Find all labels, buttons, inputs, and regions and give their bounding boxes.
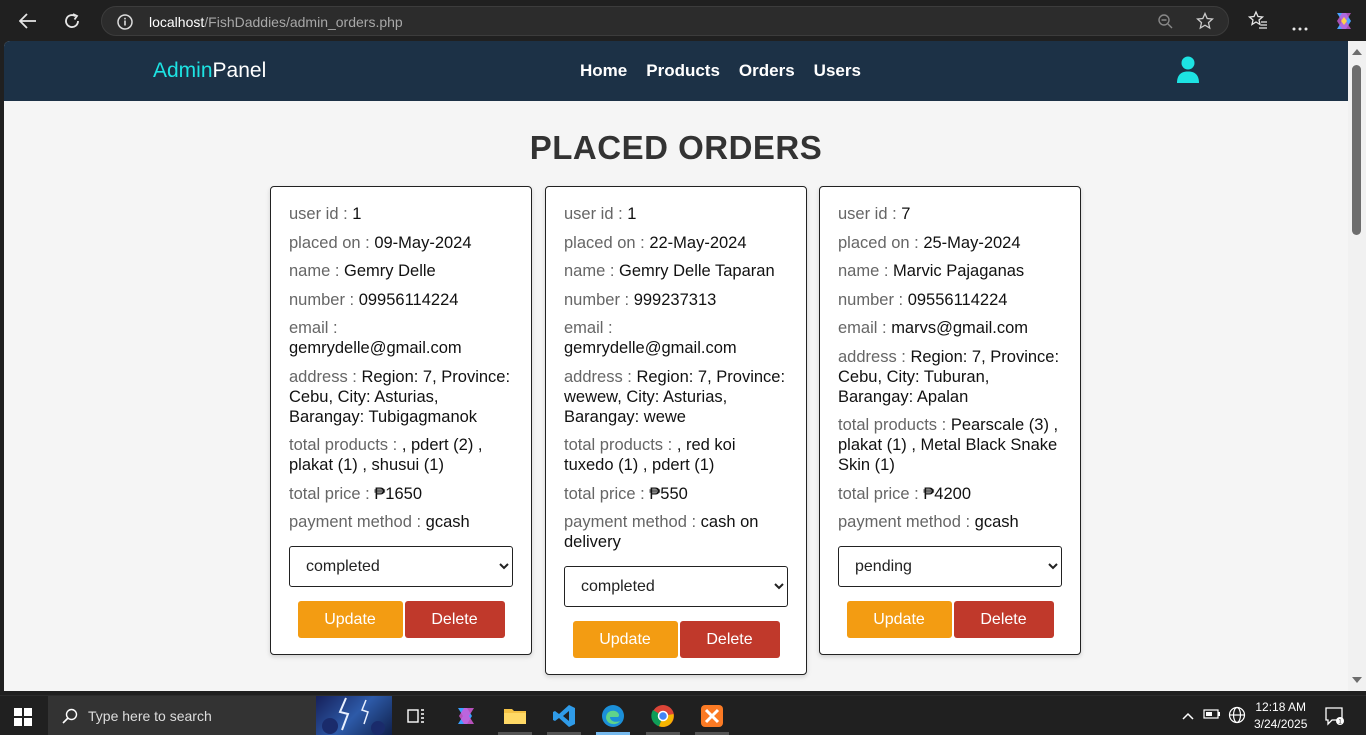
- order-status-select[interactable]: pending: [838, 546, 1062, 587]
- order-payment-method: payment method : gcash: [289, 513, 470, 531]
- user-icon[interactable]: [1176, 56, 1200, 84]
- order-status-select[interactable]: completed: [289, 546, 513, 587]
- order-card: user id : 1 placed on : 22-May-2024 name…: [545, 186, 807, 675]
- order-name: name : Gemry Delle: [289, 262, 436, 280]
- order-user-id: user id : 1: [289, 205, 362, 223]
- more-menu-icon[interactable]: [1292, 18, 1308, 36]
- browser-toolbar: localhost/FishDaddies/admin_orders.php: [0, 0, 1366, 41]
- refresh-icon[interactable]: [58, 8, 86, 34]
- search-placeholder: Type here to search: [88, 708, 212, 724]
- favorites-list-icon[interactable]: [1247, 10, 1268, 35]
- order-placed-on: placed on : 22-May-2024: [564, 233, 747, 252]
- task-view-icon[interactable]: [404, 704, 428, 728]
- order-payment-method: payment method : gcash: [838, 513, 1019, 531]
- taskbar-search-box[interactable]: Type here to search: [48, 696, 392, 735]
- order-total-products: total products : Pearscale (3) , plakat …: [838, 416, 1059, 474]
- order-total-price: total price : ₱4200: [838, 484, 972, 503]
- nav-home[interactable]: Home: [580, 61, 627, 81]
- windows-start-icon[interactable]: [14, 708, 32, 726]
- order-status-select[interactable]: completed: [564, 566, 788, 607]
- delete-button[interactable]: Delete: [404, 601, 505, 638]
- back-icon[interactable]: [14, 8, 42, 34]
- page-scrollbar[interactable]: [1348, 41, 1366, 691]
- order-address: address : Region: 7, Province: wewew, Ci…: [564, 367, 786, 426]
- order-number: number : 09956114224: [289, 290, 459, 309]
- main-nav: Home Products Orders Users: [580, 61, 861, 81]
- windows-taskbar: Type here to search 12:18 AM 3/24/2025 1: [0, 695, 1366, 735]
- xampp-icon[interactable]: [700, 704, 724, 728]
- order-card: user id : 7 placed on : 25-May-2024 name…: [819, 186, 1081, 655]
- order-number: number : 999237313: [564, 290, 717, 309]
- order-actions: Update Delete: [838, 601, 1062, 638]
- notifications-icon[interactable]: 1: [1324, 706, 1344, 729]
- edge-icon[interactable]: [601, 704, 625, 728]
- page-viewport: AdminPanel Home Products Orders Users PL…: [4, 41, 1348, 691]
- order-total-price: total price : ₱550: [564, 484, 688, 503]
- search-icon: [62, 708, 78, 729]
- order-email: email : gemrydelle@gmail.com: [289, 319, 462, 357]
- order-payment-method: payment method : cash on delivery: [564, 513, 759, 551]
- taskbar-clock[interactable]: 12:18 AM 3/24/2025: [1254, 699, 1307, 733]
- order-total-price: total price : ₱1650: [289, 484, 423, 503]
- admin-header: AdminPanel Home Products Orders Users: [4, 41, 1348, 101]
- order-placed-on: placed on : 09-May-2024: [289, 233, 472, 252]
- order-name: name : Gemry Delle Taparan: [564, 262, 775, 280]
- address-bar[interactable]: localhost/FishDaddies/admin_orders.php: [101, 6, 1229, 36]
- order-email: email : gemrydelle@gmail.com: [564, 319, 737, 357]
- clock-time: 12:18 AM: [1255, 700, 1307, 714]
- clock-date: 3/24/2025: [1254, 717, 1308, 731]
- network-globe-icon[interactable]: [1228, 706, 1246, 727]
- page-title: PLACED ORDERS: [529, 129, 823, 166]
- order-total-products: total products : , pdert (2) , plakat (1…: [289, 436, 483, 474]
- battery-icon[interactable]: [1203, 708, 1221, 723]
- order-card: user id : 1 placed on : 09-May-2024 name…: [270, 186, 532, 655]
- order-placed-on: placed on : 25-May-2024: [838, 233, 1021, 252]
- order-total-products: total products : , red koi tuxedo (1) , …: [564, 436, 736, 474]
- order-user-id: user id : 1: [564, 205, 637, 223]
- file-explorer-icon[interactable]: [503, 704, 527, 728]
- delete-button[interactable]: Delete: [679, 621, 780, 658]
- vscode-icon[interactable]: [552, 704, 576, 728]
- site-info-icon[interactable]: [116, 13, 134, 31]
- order-address: address : Region: 7, Province: Cebu, Cit…: [289, 367, 511, 426]
- order-actions: Update Delete: [289, 601, 513, 638]
- search-highlight-image: [316, 696, 392, 735]
- update-button[interactable]: Update: [297, 601, 403, 638]
- admin-panel-logo[interactable]: AdminPanel: [153, 59, 266, 83]
- order-number: number : 09556114224: [838, 290, 1008, 309]
- scroll-down-icon[interactable]: [1352, 677, 1362, 683]
- delete-button[interactable]: Delete: [953, 601, 1054, 638]
- copilot-app-icon[interactable]: [454, 704, 478, 728]
- scroll-up-icon[interactable]: [1352, 49, 1362, 55]
- show-hidden-icons-chevron-icon[interactable]: [1182, 709, 1194, 723]
- zoom-icon[interactable]: [1157, 13, 1173, 34]
- update-button[interactable]: Update: [572, 621, 678, 658]
- order-name: name : Marvic Pajaganas: [838, 262, 1025, 280]
- order-user-id: user id : 7: [838, 205, 911, 223]
- favorite-star-icon[interactable]: [1195, 11, 1215, 35]
- order-email: email : marvs@gmail.com: [838, 319, 1029, 337]
- url-text: localhost/FishDaddies/admin_orders.php: [149, 14, 403, 30]
- order-actions: Update Delete: [564, 621, 788, 658]
- update-button[interactable]: Update: [846, 601, 952, 638]
- nav-products[interactable]: Products: [646, 61, 720, 81]
- nav-users[interactable]: Users: [814, 61, 861, 81]
- nav-orders[interactable]: Orders: [739, 61, 795, 81]
- copilot-icon[interactable]: [1332, 9, 1356, 38]
- scrollbar-thumb[interactable]: [1352, 65, 1361, 235]
- order-address: address : Region: 7, Province: Cebu, Cit…: [838, 347, 1060, 406]
- chrome-icon[interactable]: [651, 704, 675, 728]
